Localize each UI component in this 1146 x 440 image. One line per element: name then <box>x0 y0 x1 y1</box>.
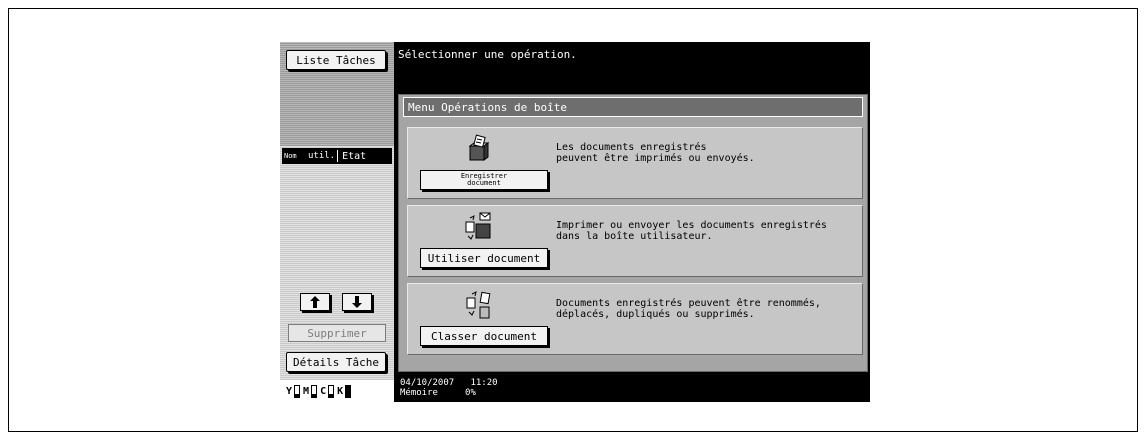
toner-level-gauge <box>328 384 335 398</box>
operation-utiliser: Utiliser document Imprimer ou envoyer le… <box>407 205 863 277</box>
box-use-icon <box>465 212 491 240</box>
arrow-up-icon <box>310 296 320 308</box>
status-datetime: 04/10/2007 11:20 <box>400 378 498 388</box>
toner-level-gauge <box>345 384 352 398</box>
enregistrer-description: Les documents enregistrés peuvent être i… <box>556 142 755 164</box>
operation-classer: Classer document Documents enregistrés p… <box>407 283 863 355</box>
toner-level-gauge <box>311 384 318 398</box>
status-time: 11:20 <box>470 378 498 388</box>
details-tache-button[interactable]: Détails Tâche <box>286 352 386 372</box>
arrow-down-icon <box>352 296 362 308</box>
status-bar: 04/10/2007 11:20 Mémoire 0% <box>398 374 868 400</box>
control-panel-screen: Liste Tâches Nom util. Etat Supprimer Dé… <box>280 42 870 402</box>
box-save-icon <box>468 134 490 161</box>
left-column: Liste Tâches Nom util. Etat Supprimer Dé… <box>280 42 394 402</box>
box-file-icon <box>466 291 491 319</box>
scroll-up-button[interactable] <box>300 293 330 311</box>
utiliser-description: Imprimer ou envoyer les documents enregi… <box>556 220 827 242</box>
memory-value: 0% <box>465 388 476 398</box>
scroll-down-button[interactable] <box>342 293 372 311</box>
toner-label: K <box>337 385 344 397</box>
classer-description: Documents enregistrés peuvent être renom… <box>556 298 821 320</box>
toner-level-fill <box>312 394 317 397</box>
enregistrer-document-button[interactable]: Enregistrer document <box>420 170 548 190</box>
toner-label: Y <box>286 385 293 397</box>
toner-levels: YMCK <box>280 380 394 402</box>
toner-label: C <box>320 385 327 397</box>
operation-enregistrer: Enregistrer document Les documents enreg… <box>407 127 863 199</box>
status-date: 04/10/2007 <box>400 378 455 388</box>
job-list-header: Nom util. Etat <box>282 148 392 164</box>
toner-label: M <box>303 385 310 397</box>
toner-level-gauge <box>294 384 301 398</box>
toner-level-fill <box>346 386 351 397</box>
enregistrer-label-2: document <box>467 179 501 187</box>
toner-k: K <box>337 384 352 398</box>
toner-c: C <box>320 384 335 398</box>
toner-level-fill <box>295 394 300 397</box>
header-separator <box>337 150 339 162</box>
status-memory: Mémoire 0% <box>400 388 476 398</box>
memory-label: Mémoire <box>400 388 438 398</box>
toner-m: M <box>303 384 318 398</box>
classer-document-button[interactable]: Classer document <box>420 326 548 346</box>
utiliser-document-button[interactable]: Utiliser document <box>420 248 548 268</box>
panel-title: Menu Opérations de boîte <box>403 97 863 117</box>
box-operations-panel: Menu Opérations de boîte Enregistrer doc… <box>398 94 868 372</box>
instruction-message: Sélectionner une opération. <box>398 48 577 61</box>
toner-level-fill <box>329 394 334 397</box>
supprimer-button[interactable]: Supprimer <box>288 324 386 342</box>
header-etat: Etat <box>342 150 367 162</box>
header-util: util. <box>308 151 336 161</box>
toner-y: Y <box>286 384 301 398</box>
liste-taches-button[interactable]: Liste Tâches <box>286 50 386 70</box>
